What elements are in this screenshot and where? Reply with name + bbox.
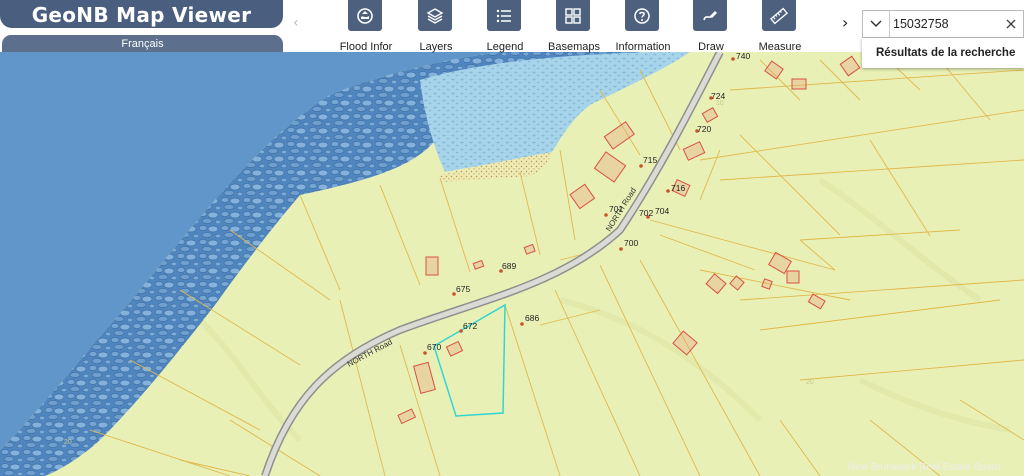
address-label: 716 (671, 183, 685, 193)
search-input[interactable] (893, 14, 993, 34)
search-source-dropdown[interactable] (863, 11, 890, 37)
chevron-down-icon (870, 20, 882, 28)
close-icon[interactable] (1004, 17, 1018, 31)
address-label: 675 (456, 284, 470, 294)
toolbar-next-button[interactable]: › (842, 13, 848, 32)
search-results-header: Résultats de la recherche (862, 38, 1024, 68)
tool-label: Layers (419, 41, 453, 53)
basemaps-icon (556, 0, 590, 31)
tool-layers[interactable]: Layers (401, 0, 471, 53)
address-label: 689 (502, 261, 516, 271)
tool-label: Flood Infor (339, 41, 393, 53)
address-label: 670 (427, 342, 441, 352)
search-box (862, 10, 1024, 38)
tool-label: Legend (486, 41, 524, 53)
tool-information[interactable]: Information (608, 0, 678, 53)
address-label: 720 (697, 124, 711, 134)
app-title: GeoNB Map Viewer (0, 0, 283, 28)
ruler-icon (762, 0, 796, 31)
tool-legend[interactable]: Legend (470, 0, 540, 53)
tool-measure[interactable]: Measure (745, 0, 815, 53)
contour-label: 20 (64, 439, 72, 446)
tool-basemaps[interactable]: Basemaps (539, 0, 609, 53)
tool-draw[interactable]: Draw (676, 0, 746, 53)
address-label: 686 (525, 313, 539, 323)
tool-flood-info[interactable]: Flood Infor (331, 0, 401, 53)
contour-label: 20 (806, 379, 814, 386)
question-icon (625, 0, 659, 31)
tool-label: Basemaps (548, 41, 600, 53)
address-label: 715 (643, 155, 657, 165)
tool-label: Measure (758, 41, 802, 53)
address-label: 704 (655, 206, 669, 216)
address-label: 702 (639, 208, 653, 218)
tool-label: Information (615, 41, 671, 53)
tool-label: Draw (698, 41, 724, 53)
toolbar-prev-button[interactable]: ‹ (293, 15, 299, 31)
address-label: 700 (624, 238, 638, 248)
layers-icon (418, 0, 452, 31)
flood-icon (348, 0, 382, 31)
legend-icon (487, 0, 521, 31)
map-canvas[interactable]: 740 724 720 715 716 701 702 704 700 689 … (0, 0, 1024, 476)
draw-icon (693, 0, 727, 31)
address-label: 672 (463, 321, 477, 331)
map-attribution: New Brunswick Real Estate Board (848, 462, 1001, 473)
contour-label: 10 (716, 100, 724, 107)
language-toggle-button[interactable]: Français (2, 35, 283, 52)
